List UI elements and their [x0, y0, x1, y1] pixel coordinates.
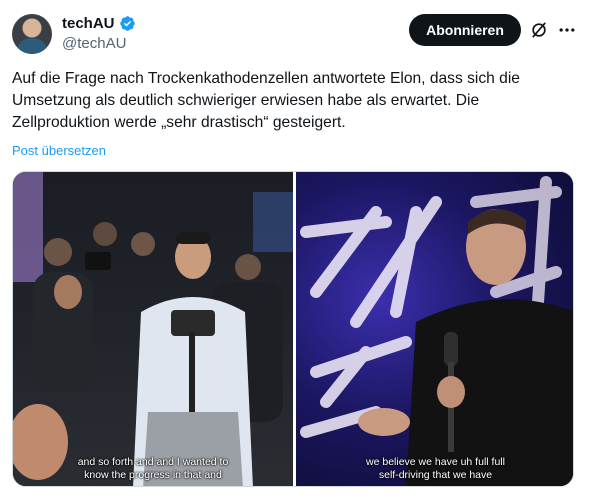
post-header: techAU @techAU Abonnieren — [12, 12, 578, 56]
right-video-caption: we believe we have uh full full self-dri… — [296, 456, 573, 482]
right-caption-line-2: self-driving that we have — [378, 469, 493, 481]
video-still-right[interactable]: we believe we have uh full full self-dri… — [296, 172, 573, 486]
left-caption-line-2: know the progress in that and — [84, 469, 222, 481]
avatar[interactable] — [12, 14, 52, 54]
author-display-name[interactable]: techAU — [62, 15, 115, 32]
right-caption-line-1: we believe we have uh full full — [366, 456, 505, 468]
verified-badge-icon — [119, 16, 135, 31]
author-handle[interactable]: @techAU — [62, 35, 126, 52]
author-name-row: techAU — [62, 15, 136, 32]
left-caption-line-1: and so forth and and I wanted to — [77, 456, 229, 468]
subscribe-button[interactable]: Abonnieren — [409, 14, 521, 46]
audience-scene-illustration — [13, 172, 293, 486]
video-still-left[interactable]: and so forth and and I wanted to know th… — [13, 172, 293, 486]
grok-icon[interactable] — [529, 20, 549, 40]
translate-post-link[interactable]: Post übersetzen — [12, 143, 106, 158]
more-options-icon[interactable] — [557, 20, 577, 40]
post-media[interactable]: and so forth and and I wanted to know th… — [12, 171, 574, 487]
post-text: Auf die Frage nach Trockenkathodenzellen… — [12, 70, 520, 131]
speaker-scene-illustration — [300, 176, 573, 486]
left-video-caption: and so forth and and I wanted to know th… — [13, 456, 293, 482]
